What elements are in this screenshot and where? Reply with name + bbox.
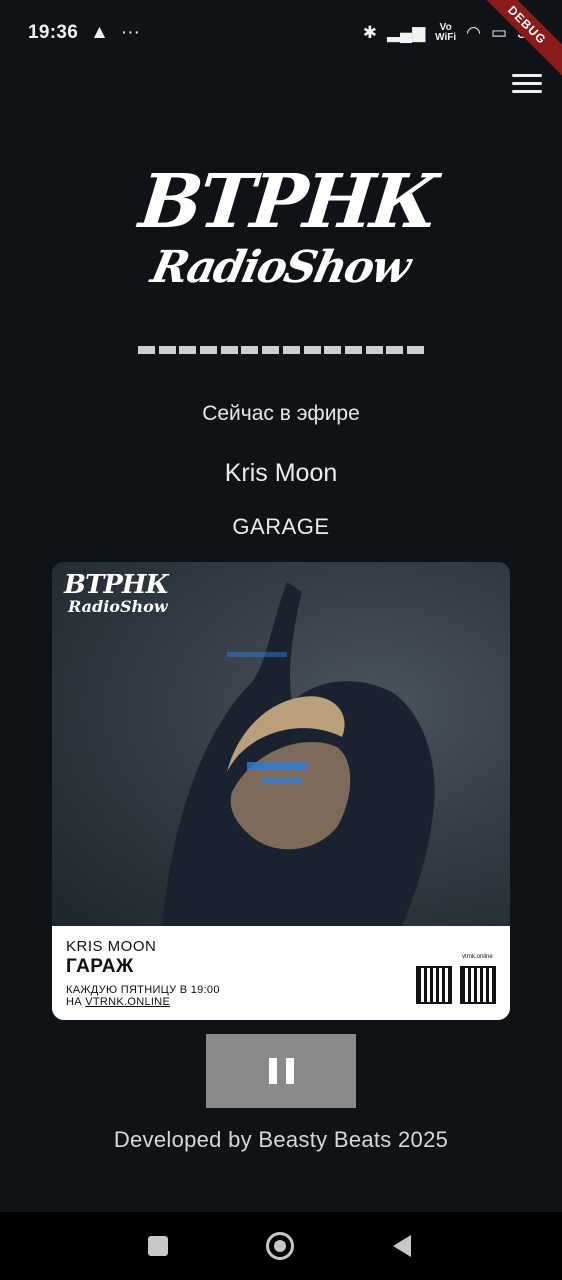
qr-code-icon <box>416 966 452 1004</box>
dj-photo-illustration <box>162 582 435 926</box>
pause-icon <box>285 1058 294 1084</box>
hamburger-icon <box>512 73 542 77</box>
on-air-label: Сейчас в эфире <box>202 402 360 425</box>
menu-button[interactable] <box>512 70 542 96</box>
status-bar: 19:36 ▲ ··· ✱ ▂▄▆ VoWiFi ◠ ▭ 39 <box>0 0 562 66</box>
status-left: 19:36 ▲ ··· <box>28 22 140 44</box>
cover-artist: KRIS MOON <box>66 938 157 955</box>
bluetooth-icon: ✱ <box>362 23 377 42</box>
wifi-icon: ◠ <box>466 23 482 42</box>
back-triangle-icon[interactable] <box>393 1235 411 1257</box>
system-nav-bar <box>0 1212 562 1280</box>
vowifi-label: Vo WiFi <box>435 22 457 43</box>
battery-icon: ▭ <box>491 23 508 42</box>
status-right: ✱ ▂▄▆ VoWiFi ◠ ▭ 39 <box>363 23 536 43</box>
logo-title: ВТРНК <box>135 159 441 245</box>
notification-icon: ▲ <box>90 22 109 43</box>
more-notifications-icon: ··· <box>120 22 140 43</box>
app-logo: ВТРНК RadioShow <box>135 159 440 302</box>
clock: 19:36 <box>28 22 79 43</box>
qr-code-icon <box>460 966 496 1004</box>
show-name: GARAGE <box>232 514 330 539</box>
hamburger-icon <box>512 81 542 85</box>
cover-photo: ВТРНК RadioShow <box>52 562 510 926</box>
developer-credit: Developed by Beasty Beats 2025 <box>113 1127 449 1152</box>
logo-subtitle: RadioShow <box>146 242 414 293</box>
pause-icon <box>268 1058 277 1084</box>
cover-logo-subtitle: RadioShow <box>68 597 168 616</box>
qr-label: vtrnk.online <box>462 954 493 960</box>
home-circle-icon[interactable] <box>266 1232 294 1260</box>
hamburger-icon <box>512 89 542 93</box>
recents-square-icon[interactable] <box>148 1236 168 1256</box>
pause-button[interactable] <box>206 1034 356 1108</box>
cover-art: ВТРНК RadioShow KRIS MOON ГАРАЖ КАЖДУЮ П… <box>52 562 510 1020</box>
cover-site-prefix: НА <box>66 996 86 1008</box>
artist-name: Kris Moon <box>224 459 338 487</box>
cover-info-panel: KRIS MOON ГАРАЖ КАЖДУЮ ПЯТНИЦУ В 19:00 Н… <box>52 926 510 1020</box>
cover-logo: ВТРНК RadioShow <box>64 570 169 616</box>
signal-icon: ▂▄▆ <box>386 23 426 42</box>
cover-logo-title: ВТРНК <box>64 570 169 600</box>
divider-dashes <box>138 346 424 356</box>
cover-site-link: VTRNK.ONLINE <box>85 996 171 1008</box>
